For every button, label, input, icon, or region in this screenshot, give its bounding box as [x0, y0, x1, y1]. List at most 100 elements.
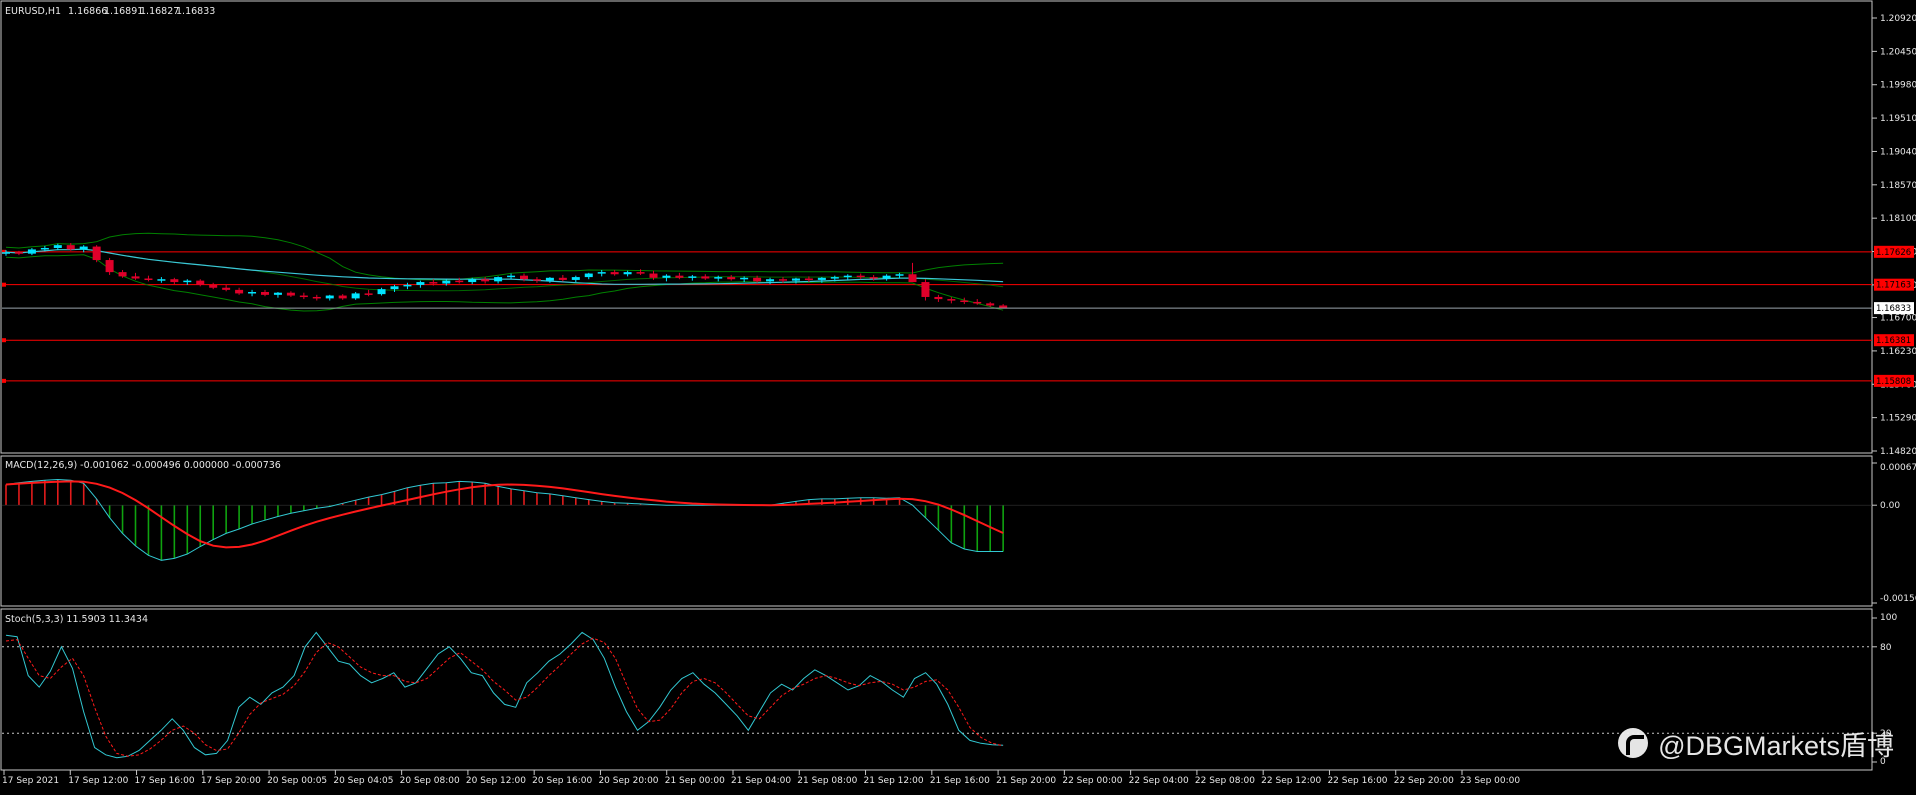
watermark-text: @DBGMarkets盾博: [1658, 730, 1894, 761]
candle-bull: [325, 295, 334, 299]
candle-bull: [662, 275, 671, 278]
candle-bull: [40, 247, 49, 250]
candle-bear: [196, 280, 205, 285]
candle-bull: [27, 249, 36, 254]
time-axis-label: 21 Sep 00:00: [665, 776, 725, 786]
stoch-main-line: [5, 631, 1004, 759]
time-axis-label: 22 Sep 20:00: [1394, 776, 1454, 786]
candle-bear: [209, 284, 218, 288]
price-axis-tick-label: 1.15290: [1880, 414, 1916, 424]
candle-bull: [468, 279, 477, 283]
candle-bull: [2, 252, 10, 254]
candle-bear: [701, 276, 710, 279]
price-axis-tick-label: 1.19510: [1880, 114, 1916, 124]
candle-bull: [571, 277, 580, 280]
candle-bull: [53, 245, 62, 248]
level-anchor-marker: [2, 338, 6, 343]
candle-bear: [869, 277, 878, 279]
level-anchor-marker: [2, 282, 6, 287]
candle-bear: [92, 246, 101, 261]
watermark: @DBGMarkets盾博: [1618, 723, 1894, 763]
price-panel[interactable]: [2, 232, 1872, 383]
time-axis: 17 Sep 2021 17 Sep 12:00 17 Sep 16:00 17 Se…: [2, 770, 1520, 786]
time-axis-label: 17 Sep 20:00: [201, 776, 261, 786]
time-axis-label: 22 Sep 12:00: [1261, 776, 1321, 786]
stoch-axis-tick-label: 100: [1880, 613, 1897, 623]
price-panel-frame: [0, 0, 1873, 454]
price-axis-tick-label: 1.16700: [1880, 314, 1916, 324]
price-header-high: 1.16891: [104, 6, 143, 17]
time-axis-label: 20 Sep 12:00: [466, 776, 526, 786]
candle-bull: [79, 246, 88, 250]
stoch-panel[interactable]: [2, 631, 1872, 759]
time-axis-label: 22 Sep 04:00: [1129, 776, 1189, 786]
time-axis-label: 22 Sep 08:00: [1195, 776, 1255, 786]
candle-bull: [377, 289, 386, 295]
candle-bear: [105, 260, 114, 273]
candle-bull: [882, 275, 891, 279]
stoch-panel-frame: [0, 608, 1873, 771]
mt4-chart-window[interactable]: EURUSD,H1 1.16866 1.16891 1.16827 1.1683…: [0, 0, 1916, 791]
time-axis-label: 21 Sep 04:00: [731, 776, 791, 786]
candle-bear: [481, 279, 490, 282]
chart-canvas[interactable]: EURUSD,H1 1.16866 1.16891 1.16827 1.1683…: [0, 0, 1916, 791]
candle-bull: [584, 273, 593, 278]
macd-signal-line: [5, 480, 1004, 549]
candle-bear: [986, 303, 995, 306]
level-anchor-marker: [2, 378, 6, 383]
stoch-axis-tick-label: 80: [1880, 643, 1892, 653]
time-axis-label: 21 Sep 20:00: [996, 776, 1056, 786]
time-axis-label: 21 Sep 16:00: [930, 776, 990, 786]
weibo-logo-icon: [1618, 728, 1649, 758]
candle-bear: [649, 273, 658, 278]
candle-bear: [960, 300, 969, 303]
candle-bear: [947, 299, 956, 301]
candle-bull: [714, 277, 723, 279]
price-header-low: 1.16827: [140, 6, 179, 17]
time-axis-label: 20 Sep 04:05: [333, 776, 393, 786]
candle-bull: [830, 277, 839, 279]
bollinger-upper-band: [5, 232, 1004, 281]
price-axis-tick-label: 1.18570: [1880, 181, 1916, 191]
candle-bull: [273, 292, 282, 295]
candle-bear: [14, 252, 23, 254]
time-axis-label: 20 Sep 08:00: [400, 776, 460, 786]
time-axis-label: 22 Sep 16:00: [1327, 776, 1387, 786]
candle-bull: [740, 277, 749, 280]
candle-bear: [520, 275, 528, 280]
time-axis-label: 20 Sep 00:05: [267, 776, 327, 786]
candle-bull: [416, 282, 425, 285]
macd-panel[interactable]: [2, 478, 1872, 561]
candle-bull: [817, 277, 826, 280]
candle-bull: [248, 291, 257, 294]
current-price-label: 1.16833: [1876, 304, 1911, 314]
candle-bear: [66, 245, 75, 250]
candle-bear: [610, 272, 619, 275]
price-header-symbol: EURUSD,H1: [5, 6, 61, 17]
candle-bear: [779, 279, 787, 281]
candle-bull: [494, 277, 503, 282]
candle-bear: [299, 295, 308, 298]
time-axis-label: 20 Sep 16:00: [532, 776, 592, 786]
stoch-header: Stoch(5,3,3) 11.5903 11.3434: [5, 614, 148, 625]
price-axis-tick-label: 1.18100: [1880, 214, 1916, 224]
moving-average-line: [5, 248, 1004, 285]
candle-bear: [118, 272, 127, 277]
time-axis-label: 17 Sep 2021: [2, 776, 59, 786]
candle-bear: [261, 291, 269, 295]
candle-bear: [727, 277, 736, 280]
candle-bull: [390, 286, 399, 290]
price-header-close: 1.16833: [176, 6, 215, 17]
candle-bear: [636, 272, 645, 274]
time-axis-label: 23 Sep 00:00: [1460, 776, 1520, 786]
candle-bull: [843, 275, 852, 278]
candle-bear: [235, 289, 244, 294]
candle-bear: [558, 277, 567, 280]
candle-bear: [908, 274, 917, 283]
price-axis-tick-label: 1.20450: [1880, 47, 1916, 57]
candle-bull: [766, 279, 775, 282]
candle-bear: [856, 275, 865, 278]
time-axis-label: 17 Sep 12:00: [68, 776, 128, 786]
candle-bull: [403, 284, 412, 287]
level-price-label: 1.16381: [1876, 336, 1911, 346]
